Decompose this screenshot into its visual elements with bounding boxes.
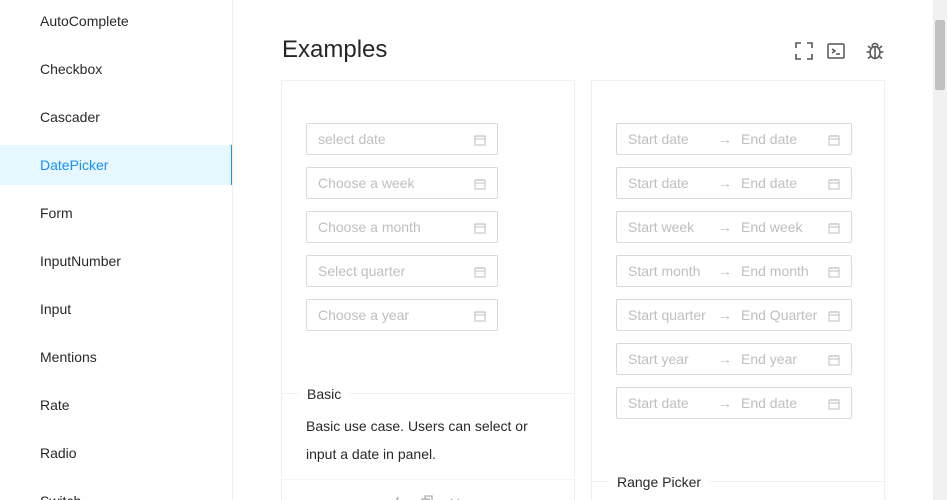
sidebar-item-mentions[interactable]: Mentions (0, 337, 232, 377)
range-arrow-icon: → (718, 395, 732, 411)
range-year-picker[interactable]: Start year → End year (616, 343, 852, 375)
calendar-icon (474, 221, 486, 234)
calendar-icon (828, 265, 840, 278)
week-picker[interactable]: Choose a week (306, 167, 498, 199)
quarter-picker-placeholder: Select quarter (318, 263, 406, 279)
range-quarter-picker[interactable]: Start quarter → End Quarter (616, 299, 852, 331)
expand-icon[interactable] (793, 40, 815, 62)
calendar-icon (828, 133, 840, 146)
year-picker-placeholder: Choose a year (318, 307, 410, 323)
range-start-placeholder: Start month (628, 263, 701, 279)
code-icon[interactable] (825, 40, 847, 62)
calendar-icon (474, 265, 486, 278)
range-start-placeholder: Start week (628, 219, 695, 235)
calendar-icon (828, 309, 840, 322)
sidebar-item-switch[interactable]: Switch (0, 481, 232, 500)
bug-icon[interactable] (864, 40, 886, 62)
range-arrow-icon: → (718, 219, 732, 235)
scrollbar-thumb[interactable] (935, 20, 945, 90)
range-week-picker[interactable]: Start week → End week (616, 211, 852, 243)
date-picker[interactable]: select date (306, 123, 498, 155)
sidebar-item-datepicker[interactable]: DatePicker (0, 145, 232, 185)
scrollbar[interactable] (933, 0, 947, 500)
actions-divider (282, 479, 574, 480)
range-arrow-icon: → (718, 351, 732, 367)
calendar-icon (828, 221, 840, 234)
sidebar-menu: AutoComplete Checkbox Cascader DatePicke… (0, 0, 233, 500)
range-end-placeholder: End Quarter (741, 307, 818, 323)
range-start-placeholder: Start date (628, 175, 689, 191)
sidebar-item-autocomplete[interactable]: AutoComplete (0, 1, 232, 41)
range-date-picker[interactable]: Start date → End date (616, 123, 852, 155)
range-end-placeholder: End date (741, 131, 798, 147)
range-end-placeholder: End date (741, 395, 798, 411)
range-start-placeholder: Start quarter (628, 307, 706, 323)
basic-description: Basic use case. Users can select or inpu… (306, 418, 528, 462)
year-picker[interactable]: Choose a year (306, 299, 498, 331)
range-end-placeholder: End month (741, 263, 809, 279)
calendar-icon (474, 177, 486, 190)
calendar-icon (828, 397, 840, 410)
range-arrow-icon: → (718, 175, 732, 191)
range-start-placeholder: Start date (628, 395, 689, 411)
range-date-picker-extra[interactable]: Start date → End date (616, 387, 852, 419)
sidebar-item-rate[interactable]: Rate (0, 385, 232, 425)
range-start-placeholder: Start year (628, 351, 689, 367)
sidebar-item-inputnumber[interactable]: InputNumber (0, 241, 232, 281)
calendar-icon (828, 353, 840, 366)
range-start-placeholder: Start date (628, 131, 689, 147)
basic-section-title: Basic (299, 386, 350, 402)
calendar-icon (474, 133, 486, 146)
calendar-icon (828, 177, 840, 190)
range-arrow-icon: → (718, 263, 732, 279)
range-arrow-icon: → (718, 131, 732, 147)
sidebar-item-checkbox[interactable]: Checkbox (0, 49, 232, 89)
month-picker-placeholder: Choose a month (318, 219, 421, 235)
sidebar-item-input[interactable]: Input (0, 289, 232, 329)
range-arrow-icon: → (718, 307, 732, 323)
sidebar-item-cascader[interactable]: Cascader (0, 97, 232, 137)
range-month-picker[interactable]: Start month → End month (616, 255, 852, 287)
range-datetime-picker[interactable]: Start date → End date (616, 167, 852, 199)
range-picker-card: Start date → End date Start date → End d… (591, 80, 885, 500)
range-end-placeholder: End date (741, 175, 798, 191)
week-picker-placeholder: Choose a week (318, 175, 415, 191)
page-title: Examples (282, 36, 388, 63)
date-picker-placeholder: select date (318, 131, 386, 147)
range-end-placeholder: End year (741, 351, 798, 367)
month-picker[interactable]: Choose a month (306, 211, 498, 243)
sidebar-item-form[interactable]: Form (0, 193, 232, 233)
range-section-title: Range Picker (609, 474, 710, 490)
example-actions (386, 491, 476, 500)
quarter-picker[interactable]: Select quarter (306, 255, 498, 287)
range-end-placeholder: End week (741, 219, 803, 235)
sidebar-item-radio[interactable]: Radio (0, 433, 232, 473)
calendar-icon (474, 309, 486, 322)
basic-example-card: select date Choose a week Choose a month… (281, 80, 575, 500)
